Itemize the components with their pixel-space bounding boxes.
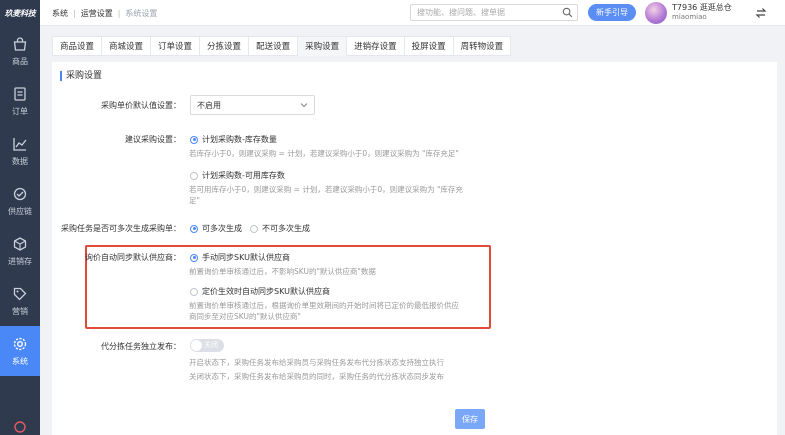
inquiry-hint-auto-cont: 商同步至对应SKU的"默认供应商" [189, 312, 301, 321]
toggle-text: 关闭 [204, 341, 218, 349]
user-name: miaomiao [672, 13, 707, 21]
suggest-hint-available: 若可用库存小于0，则建议采购 = 计划，若建议采购小于0，则建议采购为 "库存充 [189, 185, 463, 194]
multi-option-yes[interactable]: 可多次生成 [190, 223, 242, 234]
breadcrumb: 系统 | 运营设置 | 系统设置 [52, 0, 157, 26]
multi-option-no[interactable]: 不可多次生成 [250, 223, 310, 234]
bag-icon [12, 36, 28, 52]
select-value: 不启用 [197, 100, 221, 110]
radio-dot [250, 224, 258, 233]
sidebar-item-label: 商品 [12, 56, 28, 66]
sidebar-item-data[interactable]: 数据 [0, 126, 40, 176]
breadcrumb-separator: | [117, 8, 121, 18]
settings-tabs: 商品设置 商城设置 订单设置 分拣设置 配送设置 采购设置 进销存设置 投屏设置… [52, 36, 512, 56]
split-publish-hint-off: 关闭状态下，采购任务发布给采购员的同时，采购任务的代分拣状态同步发布 [189, 372, 444, 381]
radio-dot [190, 253, 198, 262]
sidebar-item-label: 数据 [12, 156, 28, 166]
default-price-label: 采购单价默认值设置： [101, 101, 181, 110]
tab-delivery-settings[interactable]: 配送设置 [249, 36, 299, 56]
multi-generate-label: 采购任务是否可多次生成采购单： [61, 224, 181, 233]
sidebar-item-orders[interactable]: 订单 [0, 76, 40, 126]
gear-icon [12, 336, 28, 352]
radio-label: 计划采购数-库存数量 [202, 135, 277, 144]
sidebar: 玖麦科技 商品 订单 数据 供应链 进销存 营销 系统 [0, 0, 40, 435]
radio-label: 不可多次生成 [262, 224, 310, 233]
guide-button[interactable]: 新手引导 [588, 4, 636, 21]
radio-dot [190, 171, 198, 180]
tab-sorting-settings[interactable]: 分拣设置 [200, 36, 250, 56]
sidebar-item-label: 订单 [12, 106, 28, 116]
split-publish-hint-on: 开启状态下，采购任务发布给采购员与采购任务发布代分拣状态支持独立执行 [189, 358, 444, 367]
sidebar-item-supply-chain[interactable]: 供应链 [0, 176, 40, 226]
top-bar: 系统 | 运营设置 | 系统设置 新手引导 T7936 逛逛总仓 miaomia… [40, 0, 785, 26]
sidebar-item-label: 供应链 [8, 206, 32, 216]
avatar[interactable] [645, 2, 667, 24]
tab-order-settings[interactable]: 订单设置 [151, 36, 201, 56]
sidebar-item-label: 营销 [12, 306, 28, 316]
sidebar-item-goods[interactable]: 商品 [0, 26, 40, 76]
tab-purchase-settings[interactable]: 采购设置 [298, 36, 348, 56]
switch-icon[interactable] [754, 6, 768, 20]
breadcrumb-item[interactable]: 系统 [52, 8, 68, 19]
inquiry-option-auto[interactable]: 定价生效时自动同步SKU默认供应商 [190, 286, 330, 297]
sidebar-item-system[interactable]: 系统 [0, 326, 40, 376]
brand-logo[interactable]: 玖麦科技 [0, 0, 40, 26]
suggest-option-stock[interactable]: 计划采购数-库存数量 [190, 134, 277, 145]
search-input[interactable] [411, 5, 551, 20]
breadcrumb-item[interactable]: 运营设置 [81, 8, 113, 19]
tab-goods-settings[interactable]: 商品设置 [52, 36, 103, 56]
inquiry-sync-label: 询价自动同步默认供应商： [85, 253, 181, 262]
tab-mall-settings[interactable]: 商城设置 [102, 36, 152, 56]
breadcrumb-current: 系统设置 [125, 8, 158, 18]
default-price-select[interactable]: 不启用 [190, 95, 315, 115]
suggest-option-available[interactable]: 计划采购数-可用库存数 [190, 170, 285, 181]
radio-label: 定价生效时自动同步SKU默认供应商 [202, 287, 330, 296]
radio-label: 可多次生成 [202, 224, 242, 233]
inventory-icon [12, 236, 28, 252]
sidebar-footer [0, 417, 40, 435]
tag-icon [12, 286, 28, 302]
tab-turnover-settings[interactable]: 周转物设置 [453, 36, 512, 56]
suggest-hint-available-cont: 足" [189, 196, 200, 205]
chart-icon [12, 136, 28, 152]
radio-label: 手动同步SKU默认供应商 [202, 253, 290, 262]
tab-screen-settings[interactable]: 投屏设置 [404, 36, 454, 56]
search-box [410, 4, 578, 21]
sidebar-item-label: 系统 [12, 356, 28, 366]
sidebar-item-label: 进销存 [8, 256, 32, 266]
inquiry-hint-manual: 前置询价单审核通过后，不影响SKU的"默认供应商"数据 [189, 267, 376, 276]
chevron-down-icon [300, 101, 308, 109]
section-title: 采购设置 [60, 71, 102, 81]
radio-dot [190, 135, 198, 144]
radio-dot [190, 287, 198, 296]
document-icon [12, 86, 28, 102]
radio-label: 计划采购数-可用库存数 [202, 171, 285, 180]
tab-inventory-settings[interactable]: 进销存设置 [347, 36, 405, 56]
breadcrumb-separator: | [73, 8, 76, 18]
toggle-knob [191, 340, 202, 351]
inquiry-hint-auto: 前置询价单审核通过后，根据询价单里效期间的开始时间将已定价的最低报价供应 [189, 301, 459, 310]
sidebar-item-marketing[interactable]: 营销 [0, 276, 40, 326]
user-org[interactable]: T7936 逛逛总仓 [672, 2, 732, 13]
radio-dot [190, 224, 198, 233]
suggest-hint-stock: 若库存小于0，则建议采购 = 计划，若建议采购小于0，则建议采购为 "库存充足" [189, 149, 459, 158]
inquiry-option-manual[interactable]: 手动同步SKU默认供应商 [190, 252, 290, 263]
sidebar-item-inventory[interactable]: 进销存 [0, 226, 40, 276]
split-publish-label: 代分拣任务独立发布： [101, 342, 181, 351]
search-icon[interactable] [562, 7, 573, 18]
save-button[interactable]: 保存 [455, 409, 485, 429]
split-publish-toggle[interactable]: 关闭 [190, 339, 224, 352]
suggest-purchase-label: 建议采购设置： [125, 135, 181, 144]
settings-card: 采购设置 采购单价默认值设置： 不启用 建议采购设置： 计划采购数-库存数量 若… [52, 62, 777, 435]
supply-icon [12, 186, 28, 202]
